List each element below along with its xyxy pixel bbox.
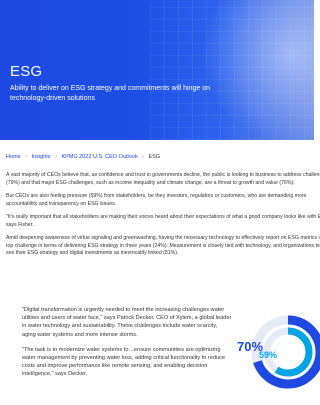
breadcrumb-current: ESG — [148, 154, 161, 160]
breadcrumb-insights-link[interactable]: Insights — [32, 154, 51, 160]
article-paragraph: A vast majority of CEOs believe that, as… — [6, 172, 320, 186]
page-title: ESG — [10, 63, 43, 80]
breadcrumb-chevron-icon: › — [55, 154, 57, 160]
article-paragraph: Amid deepening awareness of virtue signa… — [6, 235, 320, 256]
article-paragraph: But CEOs are also feeling pressure (59%)… — [6, 193, 307, 207]
quote-paragraph: "The task is to modernize water systems … — [22, 346, 226, 378]
article-body: A vast majority of CEOs believe that, as… — [6, 172, 320, 264]
article-paragraph: "It's really important that all stakehol… — [6, 214, 320, 228]
breadcrumb-chevron-icon: › — [142, 154, 144, 160]
quote-block: "Digital transformation is urgently need… — [22, 306, 232, 386]
stat-inner-percent: 59% — [259, 350, 278, 360]
breadcrumb-chevron-icon: › — [25, 154, 28, 160]
quote-paragraph: "Digital transformation is urgently need… — [22, 307, 232, 338]
page-subtitle: Ability to deliver on ESG strategy and c… — [10, 85, 210, 102]
breadcrumb-home-link[interactable]: Home — [6, 154, 21, 160]
breadcrumb-outlook-link[interactable]: KPMG 2022 U.S. CEO Outlook — [61, 154, 137, 160]
hero-banner: ESG Ability to deliver on ESG strategy a… — [0, 0, 314, 140]
breadcrumb: Home › Insights › KPMG 2022 U.S. CEO Out… — [6, 154, 160, 160]
hero-light-glow — [194, 0, 314, 140]
